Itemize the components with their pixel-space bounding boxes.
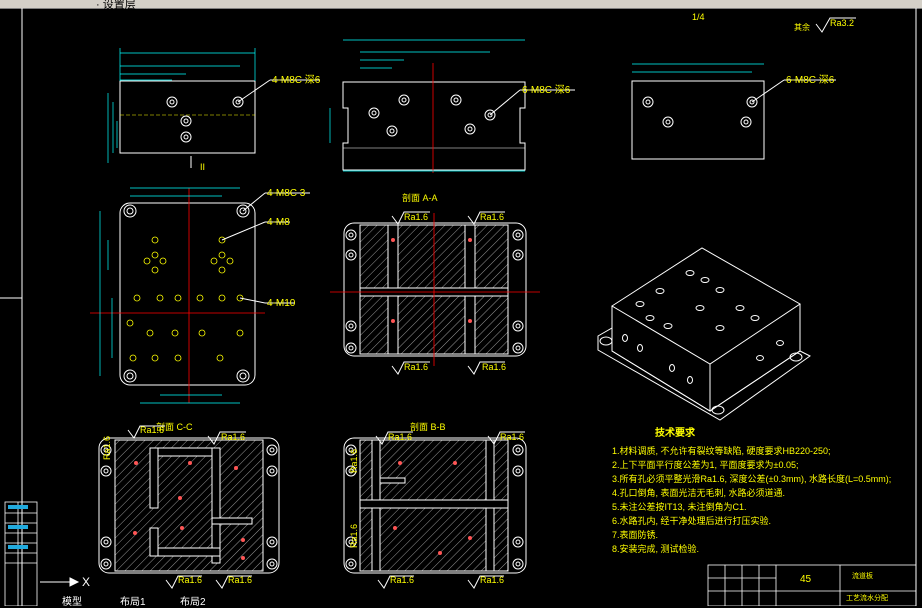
tech-req-item: 8.安装完成, 测试检验. xyxy=(612,543,699,554)
view-top-middle: 6-M8C 深6 xyxy=(329,39,575,173)
roughness-label: Ra1.6 xyxy=(349,524,359,548)
roughness-label: Ra1.6 xyxy=(221,432,245,442)
table-cell-fill xyxy=(8,545,28,549)
view-mark: II xyxy=(200,162,205,172)
title-block-part-name: 流道板 xyxy=(852,571,873,580)
roughness-label: Ra1.6 xyxy=(102,436,112,460)
tech-req-item: 2.上下平面平行度公差为1, 平面度要求为±0.05; xyxy=(612,459,798,470)
callout-top-right: 6-M8C 深6 xyxy=(786,74,835,86)
roughness-label: Ra1.6 xyxy=(388,432,412,442)
tech-req-item: 1.材料调质, 不允许有裂纹等缺陷, 硬度要求HB220-250; xyxy=(612,445,831,456)
table-cell-fill xyxy=(8,505,28,509)
callout-plan-3: 4-M10 xyxy=(267,298,296,309)
cad-drawing-canvas[interactable]: X 1/4 其余 Ra3.2 4-M8C 深6 II 6-M8C 深6 6-M8… xyxy=(0,8,922,606)
callout-top-left: 4-M8C 深6 xyxy=(272,74,321,86)
tech-req-item: 3.所有孔必须平整光滑Ra1.6, 深度公差(±0.3mm), 水路长度(L=0… xyxy=(612,473,891,484)
general-roughness-value: Ra3.2 xyxy=(830,18,854,28)
view-top-left: 4-M8C 深6 II xyxy=(107,48,321,172)
tech-requirements-title: 技术要求 xyxy=(655,426,696,439)
view-plan: 4-M8C 3 4-M8 4-M10 xyxy=(90,187,310,404)
section-c-c: 剖面 C-C xyxy=(98,421,280,574)
title-block-drawing-no: 工艺流水分配 xyxy=(846,593,888,602)
layout-tabs: 模型 布局1 布局2 xyxy=(40,597,240,608)
tech-req-item: 5.未注公差按IT13, 未注倒角为C1. xyxy=(612,501,747,512)
roughness-label: Ra1.6 xyxy=(404,362,428,372)
roughness-label: Ra1.6 xyxy=(482,362,506,372)
left-revision-table xyxy=(4,501,38,606)
general-roughness-label: 其余 xyxy=(794,22,810,32)
section-b-b: 剖面 B-B xyxy=(343,421,527,574)
title-block-material: 45 xyxy=(800,574,812,585)
callout-top-middle: 6-M8C 深6 xyxy=(522,84,571,96)
roughness-label: Ra1.6 xyxy=(500,432,524,442)
tech-requirements: 技术要求 1.材料调质, 不允许有裂纹等缺陷, 硬度要求HB220-250; 2… xyxy=(612,426,891,554)
isometric-view xyxy=(597,247,811,421)
tech-req-item: 7.表面防锈. xyxy=(612,529,658,540)
tech-req-item: 6.水路孔内, 经干净处理后进行打压实验. xyxy=(612,515,771,526)
roughness-label: Ra1.6 xyxy=(349,449,359,473)
table-cell-fill xyxy=(8,525,28,529)
scale-text: 1/4 xyxy=(692,12,705,22)
tech-req-item: 4.孔口倒角, 表面光洁无毛刺, 水路必须道通. xyxy=(612,487,785,498)
view-top-right: 6-M8C 深6 xyxy=(631,63,836,160)
section-a-a: 剖面 A-A xyxy=(330,192,540,366)
section-aa-label: 剖面 A-A xyxy=(402,192,438,203)
ucs-x-label: X xyxy=(82,575,90,589)
callout-plan-2: 4-M8 xyxy=(267,217,290,228)
roughness-label: Ra1.6 xyxy=(480,212,504,222)
roughness-label: Ra1.6 xyxy=(404,212,428,222)
callout-plan-1: 4-M8C 3 xyxy=(267,188,306,199)
section-bb-label: 剖面 B-B xyxy=(410,421,446,432)
ucs-icon xyxy=(40,577,80,587)
